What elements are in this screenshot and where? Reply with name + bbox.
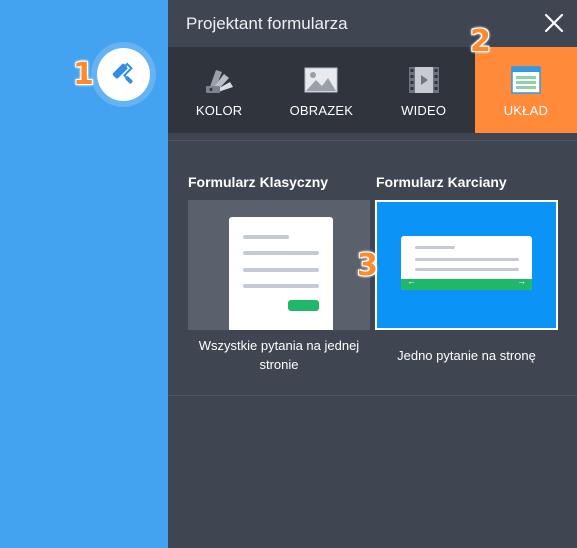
divider: [168, 395, 577, 396]
divider: [168, 140, 577, 141]
arrow-left-icon: ←: [407, 276, 416, 286]
card-form-description: Jedno pytanie na stronę: [397, 348, 536, 363]
tab-video[interactable]: WIDEO: [373, 47, 475, 133]
tab-image[interactable]: OBRAZEK: [270, 47, 372, 133]
card-form-preview: ← →: [401, 236, 532, 290]
classic-form-description: Wszystkie pytania na jednej stronie: [198, 338, 360, 372]
paint-roller-icon: [112, 62, 133, 84]
color-swatch-icon: [206, 70, 234, 93]
close-icon[interactable]: [543, 12, 565, 34]
tab-layout[interactable]: UKŁAD: [474, 47, 577, 133]
classic-form-preview: [229, 217, 333, 330]
tab-color-label: KOLOR: [195, 103, 243, 118]
arrow-right-icon: →: [517, 276, 526, 286]
form-designer-button[interactable]: [97, 48, 150, 101]
card-form-title: Formularz Karciany: [376, 174, 507, 190]
step-marker-3: 3: [357, 248, 378, 283]
video-film-icon: [408, 67, 439, 93]
panel-header: Projektant formularza: [168, 0, 577, 47]
tab-image-label: OBRAZEK: [289, 103, 354, 118]
layout-icon: [511, 66, 541, 94]
image-icon: [304, 67, 338, 93]
step-marker-2: 2: [470, 24, 491, 59]
card-form-option[interactable]: ← →: [375, 200, 558, 330]
step-marker-1: 1: [73, 57, 94, 92]
tab-video-label: WIDEO: [401, 103, 447, 118]
classic-form-title: Formularz Klasyczny: [188, 174, 329, 190]
tab-layout-label: UKŁAD: [503, 103, 549, 118]
designer-tabs: KOLOR OBRAZEK WIDEO UKŁAD: [168, 47, 577, 133]
panel-title: Projektant formularza: [186, 14, 348, 33]
tab-color[interactable]: KOLOR: [168, 47, 270, 133]
classic-form-option[interactable]: [188, 200, 370, 330]
